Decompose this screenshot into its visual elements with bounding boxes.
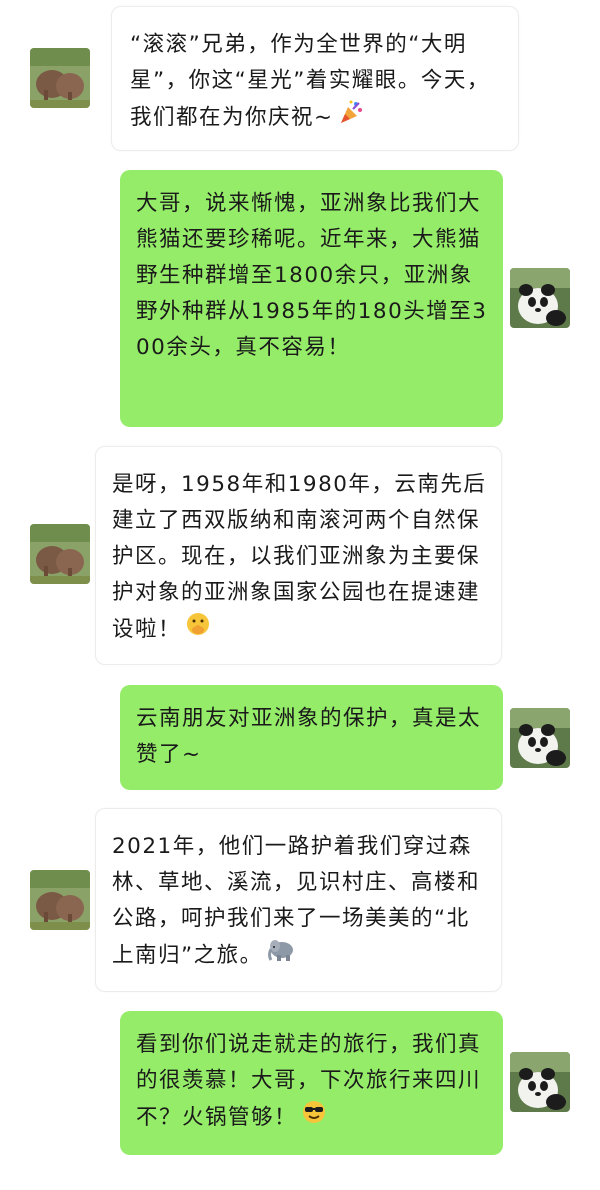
- message-text: 大哥，说来惭愧，亚洲象比我们大熊猫还要珍稀呢。近年来，大熊猫野生种群增至1800…: [136, 191, 488, 360]
- elephant-avatar[interactable]: [30, 524, 90, 584]
- elephant-avatar[interactable]: [30, 48, 90, 108]
- message-row: “滚滚”兄弟，作为全世界的“大明星”，你这“星光”着实耀眼。今天，我们都在为你庆…: [0, 0, 600, 160]
- elephant-icon: [267, 937, 295, 975]
- message-bubble: 大哥，说来惭愧，亚洲象比我们大熊猫还要珍稀呢。近年来，大熊猫野生种群增至1800…: [120, 170, 503, 427]
- panda-avatar[interactable]: [510, 268, 570, 328]
- message-text: 云南朋友对亚洲象的保护，真是太赞了~: [136, 706, 482, 767]
- panda-avatar[interactable]: [510, 1052, 570, 1112]
- panda-avatar[interactable]: [510, 708, 570, 768]
- message-bubble: 云南朋友对亚洲象的保护，真是太赞了~: [120, 685, 503, 790]
- elephant-avatar[interactable]: [30, 870, 90, 930]
- message-text: 2021年，他们一路护着我们穿过森林、草地、溪流，见识村庄、高楼和公路，呵护我们…: [112, 834, 481, 968]
- message-row: 看到你们说走就走的旅行，我们真的很羡慕！大哥，下次旅行来四川不？火锅管够！: [0, 1000, 600, 1170]
- message-row: 云南朋友对亚洲象的保护，真是太赞了~: [0, 675, 600, 800]
- message-row: 大哥，说来惭愧，亚洲象比我们大熊猫还要珍稀呢。近年来，大熊猫野生种群增至1800…: [0, 160, 600, 440]
- message-row: 2021年，他们一路护着我们穿过森林、草地、溪流，见识村庄、高楼和公路，呵护我们…: [0, 800, 600, 1000]
- message-row: 是呀，1958年和1980年，云南先后建立了西双版纳和南滚河两个自然保护区。现在…: [0, 440, 600, 675]
- message-bubble: “滚滚”兄弟，作为全世界的“大明星”，你这“星光”着实耀眼。今天，我们都在为你庆…: [111, 6, 519, 151]
- sunglasses-face-icon: [301, 1099, 327, 1137]
- party-popper-icon: [338, 99, 364, 137]
- message-bubble: 2021年，他们一路护着我们穿过森林、草地、溪流，见识村庄、高楼和公路，呵护我们…: [95, 808, 502, 992]
- message-bubble: 看到你们说走就走的旅行，我们真的很羡慕！大哥，下次旅行来四川不？火锅管够！: [120, 1011, 503, 1155]
- shushing-face-icon: [185, 611, 211, 649]
- message-bubble: 是呀，1958年和1980年，云南先后建立了西双版纳和南滚河两个自然保护区。现在…: [95, 446, 502, 665]
- message-text: 是呀，1958年和1980年，云南先后建立了西双版纳和南滚河两个自然保护区。现在…: [112, 472, 487, 642]
- message-text: “滚滚”兄弟，作为全世界的“大明星”，你这“星光”着实耀眼。今天，我们都在为你庆…: [130, 32, 490, 130]
- chat-conversation: “滚滚”兄弟，作为全世界的“大明星”，你这“星光”着实耀眼。今天，我们都在为你庆…: [0, 0, 600, 1190]
